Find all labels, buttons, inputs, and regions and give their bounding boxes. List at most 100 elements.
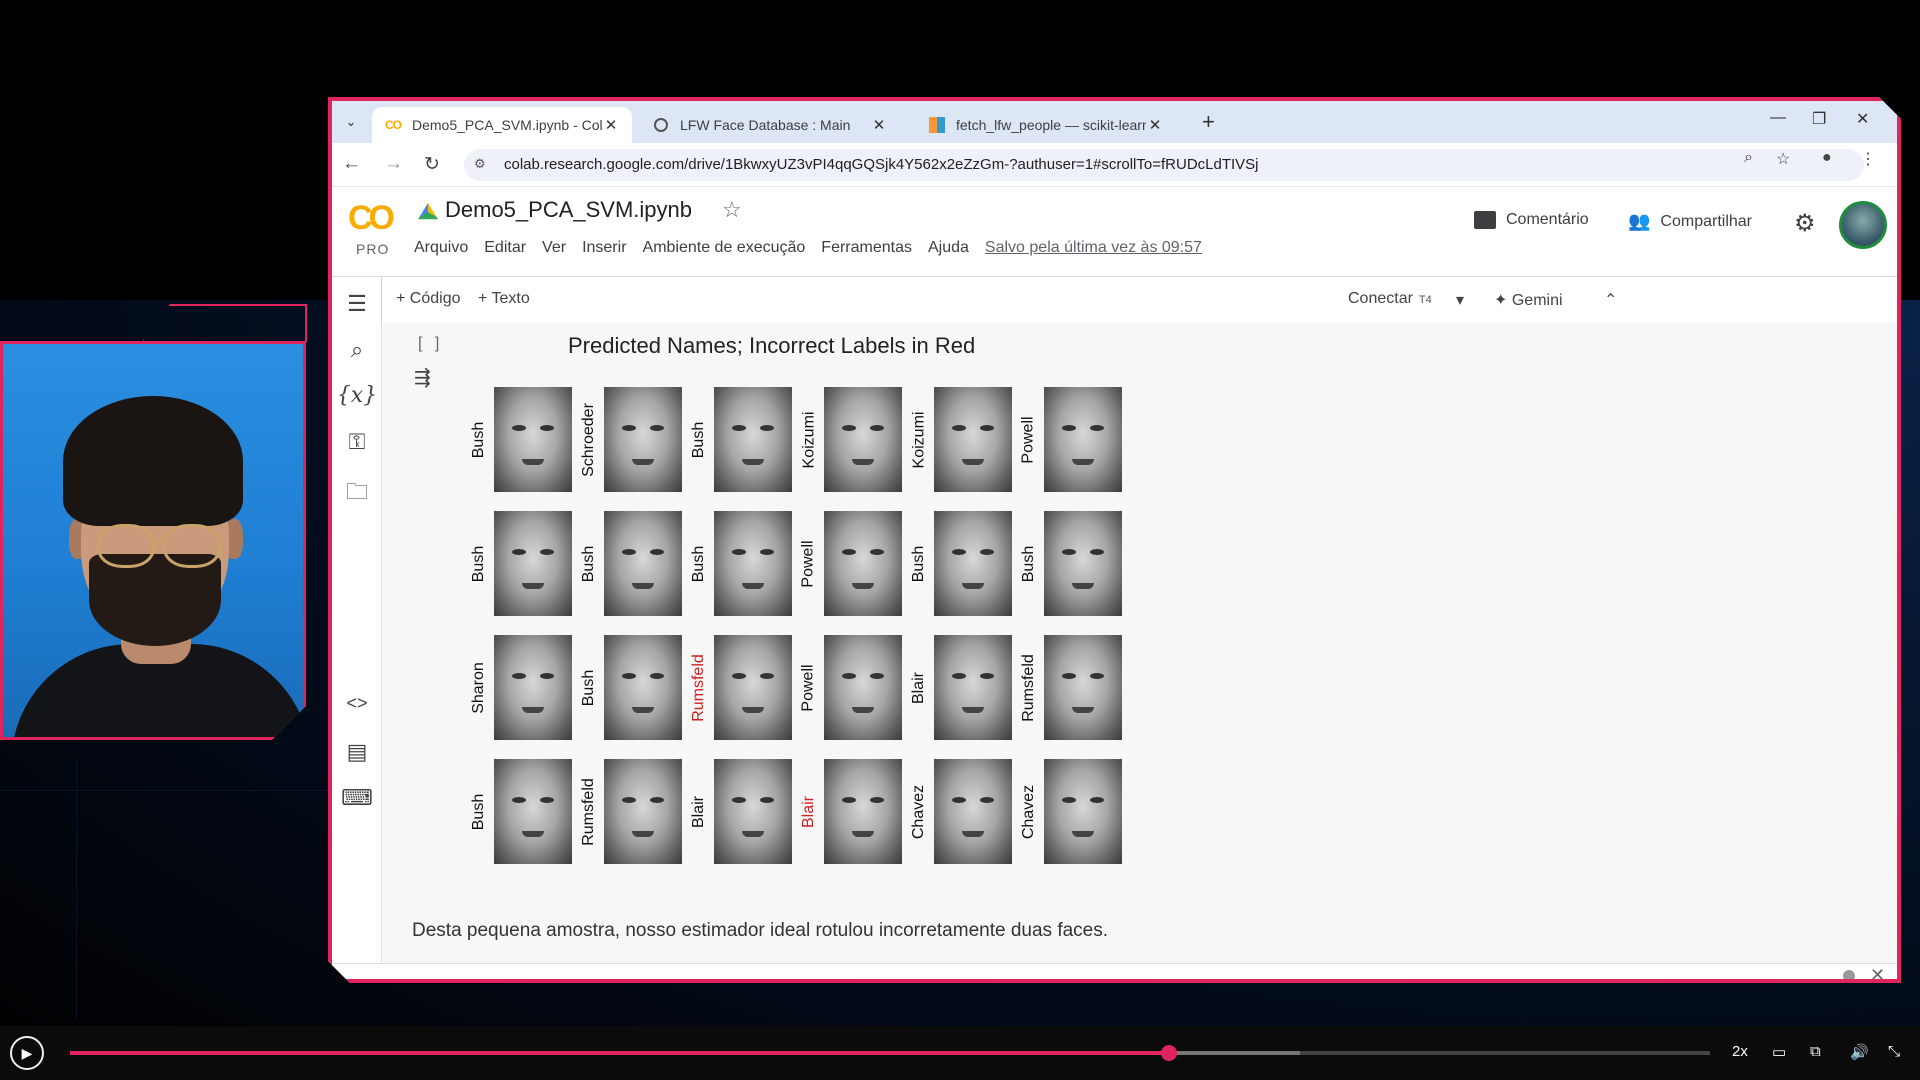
menu-ver[interactable]: Ver: [542, 239, 566, 257]
close-icon[interactable]: ✕: [1146, 116, 1164, 134]
new-tab-plus-icon[interactable]: +: [1202, 109, 1215, 135]
connect-button[interactable]: Conectar T4: [1348, 290, 1432, 308]
tab-title: Demo5_PCA_SVM.ipynb - Colab: [412, 117, 602, 133]
zoom-magnifier-icon[interactable]: ⌕: [1744, 149, 1753, 167]
face-item: Schroeder: [574, 387, 684, 492]
status-dot-icon: [1843, 970, 1855, 982]
url-text[interactable]: colab.research.google.com/drive/1BkwxyUZ…: [504, 156, 1259, 173]
close-icon[interactable]: ✕: [602, 116, 620, 134]
share-button[interactable]: 👥 Compartilhar: [1628, 211, 1752, 232]
face-label: Bush: [684, 511, 714, 616]
tab-lfw[interactable]: LFW Face Database : Main ✕: [640, 107, 900, 143]
picture-in-picture-icon[interactable]: ⧉: [1810, 1043, 1821, 1060]
face-image: [824, 759, 902, 864]
comment-icon: [1474, 211, 1496, 229]
presenter-glasses-bridge: [153, 540, 165, 543]
face-image: [714, 387, 792, 492]
webcam-accent-frame: [142, 304, 307, 342]
browser-menu-icon[interactable]: ⋮: [1860, 149, 1876, 169]
face-label: Rumsfeld: [684, 635, 714, 740]
fullscreen-exit-icon[interactable]: ⤡: [1888, 1043, 1900, 1060]
face-item: Bush: [684, 387, 794, 492]
face-label-text: Chavez: [910, 784, 927, 839]
colab-logo[interactable]: CO: [348, 199, 391, 238]
saved-status-link[interactable]: Salvo pela última vez às 09:57: [985, 239, 1202, 257]
progress-track[interactable]: [70, 1045, 1710, 1061]
face-item: Bush: [464, 387, 574, 492]
face-label: Bush: [574, 511, 604, 616]
google-drive-icon[interactable]: [418, 203, 438, 221]
close-icon[interactable]: ✕: [870, 116, 888, 134]
cell-run-indicator[interactable]: [ ]: [418, 335, 443, 353]
menu-editar[interactable]: Editar: [484, 239, 526, 257]
variables-icon[interactable]: {x}: [332, 383, 382, 408]
volume-icon[interactable]: 🔊: [1850, 1043, 1869, 1061]
face-image: [494, 511, 572, 616]
tab-sklearn[interactable]: fetch_lfw_people — scikit-learn ✕: [916, 107, 1176, 143]
command-palette-icon[interactable]: ▤: [332, 739, 382, 765]
minimize-icon[interactable]: —: [1770, 109, 1786, 127]
face-image: [604, 387, 682, 492]
restore-icon[interactable]: ❐: [1812, 109, 1826, 129]
face-label: Schroeder: [574, 387, 604, 492]
face-item: Bush: [574, 511, 684, 616]
presenter-webcam: [0, 341, 306, 740]
gemini-button[interactable]: ✦ Gemini: [1494, 290, 1563, 310]
menu-bar: Arquivo Editar Ver Inserir Ambiente de e…: [414, 239, 1202, 257]
menu-arquivo[interactable]: Arquivo: [414, 239, 468, 257]
secrets-key-icon[interactable]: ⚿: [332, 429, 382, 455]
profile-icon[interactable]: ●: [1822, 149, 1832, 167]
table-of-contents-icon[interactable]: ☰: [332, 291, 382, 317]
add-code-button[interactable]: + Código: [396, 290, 461, 308]
collapse-chevron-icon[interactable]: ⌃: [1604, 290, 1617, 310]
playback-speed[interactable]: 2x: [1732, 1043, 1748, 1060]
face-item: Blair: [904, 635, 1014, 740]
face-item: Blair: [684, 759, 794, 864]
captions-icon[interactable]: ▭: [1772, 1043, 1786, 1061]
terminal-icon[interactable]: ⌨: [332, 785, 382, 811]
face-label: Bush: [904, 511, 934, 616]
status-close-icon[interactable]: ✕: [1870, 965, 1885, 983]
avatar[interactable]: [1839, 201, 1887, 249]
face-item: Chavez: [1014, 759, 1124, 864]
back-arrow-icon[interactable]: ←: [342, 153, 361, 175]
runtime-dropdown-chevron-icon[interactable]: ▾: [1456, 290, 1464, 310]
runtime-type: T4: [1418, 294, 1432, 306]
window-close-icon[interactable]: ✕: [1856, 109, 1869, 129]
share-label: Compartilhar: [1660, 212, 1753, 230]
tab-colab[interactable]: CO Demo5_PCA_SVM.ipynb - Colab ✕: [372, 107, 632, 143]
face-label-text: Bush: [580, 545, 597, 582]
tab-list-chevron-icon[interactable]: ⌄: [338, 109, 364, 135]
menu-ajuda[interactable]: Ajuda: [928, 239, 969, 257]
site-settings-icon[interactable]: ⚙: [474, 156, 486, 172]
face-label: Bush: [464, 759, 494, 864]
menu-inserir[interactable]: Inserir: [582, 239, 626, 257]
files-folder-icon[interactable]: 🗀: [332, 475, 382, 513]
video-frame: ⌄ CO Demo5_PCA_SVM.ipynb - Colab ✕ LFW F…: [0, 0, 1920, 1080]
url-omnibox[interactable]: ⚙ colab.research.google.com/drive/1Bkwxy…: [464, 149, 1864, 181]
settings-gear-icon[interactable]: ⚙: [1794, 209, 1816, 238]
comment-button[interactable]: Comentário: [1474, 211, 1589, 229]
output-toggle-icon[interactable]: ⇶: [414, 365, 431, 390]
face-label-text: Bush: [690, 545, 707, 582]
add-text-button[interactable]: + Texto: [478, 290, 530, 308]
notebook-title[interactable]: Demo5_PCA_SVM.ipynb: [445, 197, 692, 223]
menu-ferramentas[interactable]: Ferramentas: [821, 239, 912, 257]
search-icon[interactable]: ⌕: [332, 337, 382, 363]
face-label-text: Koizumi: [910, 411, 927, 468]
progress-fill: [70, 1051, 1169, 1055]
progress-thumb[interactable]: [1160, 1045, 1177, 1061]
star-icon[interactable]: ☆: [722, 197, 742, 223]
play-button[interactable]: ▶: [10, 1036, 44, 1070]
colab-header: CO PRO Demo5_PCA_SVM.ipynb ☆ Arquivo Edi…: [332, 187, 1897, 277]
tab-title: LFW Face Database : Main: [680, 117, 851, 133]
code-snippets-icon[interactable]: <>: [332, 693, 382, 714]
face-label: Blair: [794, 759, 824, 864]
face-label: Bush: [684, 387, 714, 492]
bookmark-star-icon[interactable]: ☆: [1776, 149, 1790, 169]
menu-ambiente[interactable]: Ambiente de execução: [643, 239, 806, 257]
reload-icon[interactable]: ↻: [424, 153, 440, 176]
forward-arrow-icon[interactable]: →: [384, 153, 403, 175]
connect-label: Conectar: [1348, 290, 1413, 307]
face-label: Powell: [794, 635, 824, 740]
